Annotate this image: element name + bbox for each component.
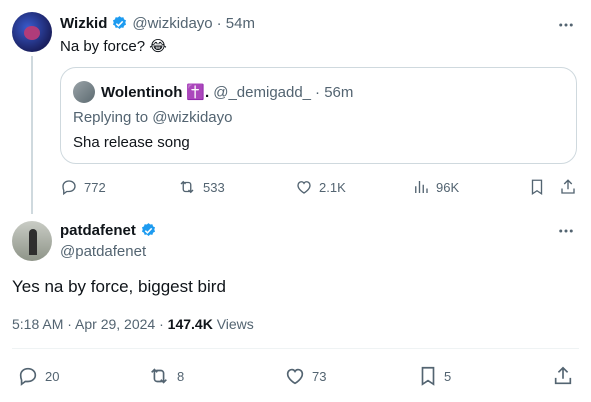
- tweet-time[interactable]: · 54m: [217, 15, 255, 32]
- like-icon: [284, 365, 306, 387]
- views-count: 96K: [436, 179, 460, 195]
- like-icon: [295, 178, 313, 196]
- reply-timestamp[interactable]: 5:18 AM · Apr 29, 2024 ·: [12, 316, 168, 332]
- verified-icon: [140, 222, 157, 239]
- like-count: 73: [312, 368, 327, 384]
- share-icon[interactable]: [559, 178, 577, 196]
- reply-meta: 5:18 AM · Apr 29, 2024 · 147.4K Views: [12, 316, 254, 332]
- like-count: 2.1K: [319, 179, 346, 195]
- reply-author-handle[interactable]: @patdafenet: [60, 243, 146, 260]
- views-button[interactable]: 96K: [412, 178, 459, 196]
- replying-label: Replying to: [73, 109, 153, 126]
- author-name[interactable]: Wizkid: [60, 15, 107, 32]
- reply-button[interactable]: 772: [60, 178, 106, 196]
- repost-button[interactable]: 533: [177, 178, 225, 196]
- repost-count: 533: [203, 179, 225, 195]
- more-icon[interactable]: [557, 16, 575, 34]
- bookmark-count: 5: [444, 368, 452, 384]
- replying-handle: @wizkidayo: [152, 109, 233, 126]
- reply-count: 20: [45, 368, 60, 384]
- quote-author-handle: @_demigadd_: [213, 83, 312, 101]
- bookmark-icon: [418, 365, 438, 387]
- thread-line: [31, 56, 33, 214]
- reply-views-count: 147.4K: [167, 316, 213, 332]
- repost-icon: [177, 178, 197, 196]
- divider: [12, 348, 579, 349]
- reply-author-name[interactable]: patdafenet: [60, 222, 136, 239]
- quote-text: Sha release song: [73, 134, 190, 151]
- patdafenet-avatar[interactable]: [12, 221, 52, 261]
- wizkid-avatar[interactable]: [12, 12, 52, 52]
- repost-button[interactable]: 8: [147, 365, 184, 387]
- cross-emoji-badge: ✝️.: [186, 84, 210, 101]
- reply-icon: [17, 365, 39, 387]
- quote-author-name: Wolentinoh: [101, 83, 183, 101]
- author-handle[interactable]: @wizkidayo: [132, 15, 212, 32]
- quote-header: Wolentinoh ✝️. @_demigadd_ · 56m: [101, 83, 354, 102]
- tweet-text: Na by force? 😂: [60, 38, 167, 55]
- replying-to: Replying to @wizkidayo: [73, 109, 232, 126]
- reply-views-label: Views: [212, 316, 254, 332]
- quote-card[interactable]: Wolentinoh ✝️. @_demigadd_ · 56m Replyin…: [60, 67, 577, 164]
- reply-count: 772: [84, 179, 106, 195]
- quote-time: · 56m: [315, 83, 354, 101]
- share-icon[interactable]: [552, 365, 574, 387]
- repost-count: 8: [177, 368, 185, 384]
- reply-header: patdafenet: [60, 222, 157, 239]
- like-button[interactable]: 2.1K: [295, 178, 346, 196]
- quote-avatar: [73, 81, 95, 103]
- parent-header: Wizkid @wizkidayo · 54m: [60, 15, 255, 32]
- bookmark-button[interactable]: 5: [418, 365, 451, 387]
- views-icon: [412, 178, 430, 196]
- more-icon[interactable]: [557, 222, 575, 240]
- like-button[interactable]: 73: [284, 365, 326, 387]
- verified-icon: [111, 15, 128, 32]
- bookmark-icon[interactable]: [529, 178, 545, 196]
- reply-text: Yes na by force, biggest bird: [12, 277, 226, 296]
- repost-icon: [147, 365, 171, 387]
- reply-icon: [60, 178, 78, 196]
- reply-button[interactable]: 20: [17, 365, 59, 387]
